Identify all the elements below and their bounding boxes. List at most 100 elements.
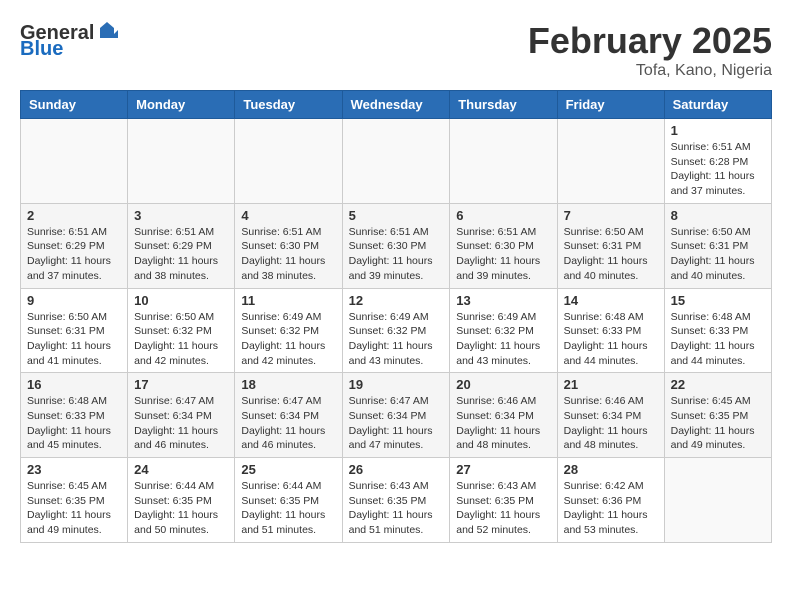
day-info: Sunrise: 6:51 AM Sunset: 6:29 PM Dayligh…	[134, 225, 228, 284]
calendar-table: SundayMondayTuesdayWednesdayThursdayFrid…	[20, 90, 772, 543]
logo-blue: Blue	[20, 38, 63, 61]
calendar-cell: 4Sunrise: 6:51 AM Sunset: 6:30 PM Daylig…	[235, 203, 342, 288]
weekday-header-sunday: Sunday	[21, 91, 128, 119]
day-number: 21	[564, 377, 658, 392]
day-number: 3	[134, 208, 228, 223]
calendar-cell: 16 Sunrise: 6:48 AM Sunset: 6:33 PM Dayli…	[21, 373, 128, 458]
calendar-cell	[342, 119, 450, 204]
day-number: 4	[241, 208, 335, 223]
calendar-cell: 5Sunrise: 6:51 AM Sunset: 6:30 PM Daylig…	[342, 203, 450, 288]
location: Tofa, Kano, Nigeria	[528, 62, 772, 80]
calendar-cell: 14 Sunrise: 6:48 AM Sunset: 6:33 PM Dayli…	[557, 288, 664, 373]
day-number: 2	[27, 208, 121, 223]
day-number: 13	[456, 293, 550, 308]
day-info: Sunrise: 6:48 AM Sunset: 6:33 PM Dayligh…	[671, 310, 765, 369]
day-number: 14	[564, 293, 658, 308]
day-info: Sunrise: 6:42 AM Sunset: 6:36 PM Dayligh…	[564, 479, 658, 538]
day-number: 10	[134, 293, 228, 308]
day-number: 19	[349, 377, 444, 392]
day-number: 26	[349, 462, 444, 477]
day-number: 25	[241, 462, 335, 477]
day-number: 28	[564, 462, 658, 477]
calendar-week-row: 2 Sunrise: 6:51 AM Sunset: 6:29 PM Daylig…	[21, 203, 772, 288]
day-info: Sunrise: 6:49 AM Sunset: 6:32 PM Dayligh…	[241, 310, 335, 369]
day-info: Sunrise: 6:50 AM Sunset: 6:31 PM Dayligh…	[564, 225, 658, 284]
day-number: 18	[241, 377, 335, 392]
calendar-cell	[21, 119, 128, 204]
calendar-cell	[128, 119, 235, 204]
calendar-cell: 10Sunrise: 6:50 AM Sunset: 6:32 PM Dayli…	[128, 288, 235, 373]
day-info: Sunrise: 6:51 AM Sunset: 6:29 PM Dayligh…	[27, 225, 121, 284]
calendar-cell: 15Sunrise: 6:48 AM Sunset: 6:33 PM Dayli…	[664, 288, 771, 373]
day-number: 6	[456, 208, 550, 223]
weekday-header-row: SundayMondayTuesdayWednesdayThursdayFrid…	[21, 91, 772, 119]
day-number: 1	[671, 123, 765, 138]
day-info: Sunrise: 6:46 AM Sunset: 6:34 PM Dayligh…	[564, 394, 658, 453]
calendar-cell: 12Sunrise: 6:49 AM Sunset: 6:32 PM Dayli…	[342, 288, 450, 373]
day-info: Sunrise: 6:47 AM Sunset: 6:34 PM Dayligh…	[134, 394, 228, 453]
calendar-week-row: 16 Sunrise: 6:48 AM Sunset: 6:33 PM Dayli…	[21, 373, 772, 458]
calendar-cell: 3 Sunrise: 6:51 AM Sunset: 6:29 PM Daylig…	[128, 203, 235, 288]
calendar-week-row: 9 Sunrise: 6:50 AM Sunset: 6:31 PM Daylig…	[21, 288, 772, 373]
calendar-cell: 17 Sunrise: 6:47 AM Sunset: 6:34 PM Dayli…	[128, 373, 235, 458]
day-info: Sunrise: 6:44 AM Sunset: 6:35 PM Dayligh…	[134, 479, 228, 538]
day-number: 11	[241, 293, 335, 308]
day-number: 20	[456, 377, 550, 392]
logo: General Blue	[20, 20, 118, 61]
logo-icon	[96, 20, 118, 42]
calendar-cell: 2 Sunrise: 6:51 AM Sunset: 6:29 PM Daylig…	[21, 203, 128, 288]
day-number: 8	[671, 208, 765, 223]
day-number: 22	[671, 377, 765, 392]
calendar-cell: 22 Sunrise: 6:45 AM Sunset: 6:35 PM Dayli…	[664, 373, 771, 458]
calendar-cell: 13 Sunrise: 6:49 AM Sunset: 6:32 PM Dayli…	[450, 288, 557, 373]
day-info: Sunrise: 6:48 AM Sunset: 6:33 PM Dayligh…	[27, 394, 121, 453]
day-info: Sunrise: 6:48 AM Sunset: 6:33 PM Dayligh…	[564, 310, 658, 369]
day-info: Sunrise: 6:51 AM Sunset: 6:30 PM Dayligh…	[456, 225, 550, 284]
weekday-header-tuesday: Tuesday	[235, 91, 342, 119]
calendar-cell: 26Sunrise: 6:43 AM Sunset: 6:35 PM Dayli…	[342, 458, 450, 543]
calendar-week-row: 23 Sunrise: 6:45 AM Sunset: 6:35 PM Dayli…	[21, 458, 772, 543]
calendar-cell: 11 Sunrise: 6:49 AM Sunset: 6:32 PM Dayli…	[235, 288, 342, 373]
calendar-cell: 25 Sunrise: 6:44 AM Sunset: 6:35 PM Dayli…	[235, 458, 342, 543]
calendar-cell: 9 Sunrise: 6:50 AM Sunset: 6:31 PM Daylig…	[21, 288, 128, 373]
calendar-cell: 1 Sunrise: 6:51 AM Sunset: 6:28 PM Daylig…	[664, 119, 771, 204]
day-number: 7	[564, 208, 658, 223]
day-info: Sunrise: 6:45 AM Sunset: 6:35 PM Dayligh…	[27, 479, 121, 538]
calendar-cell	[235, 119, 342, 204]
calendar-cell: 6 Sunrise: 6:51 AM Sunset: 6:30 PM Daylig…	[450, 203, 557, 288]
calendar-week-row: 1 Sunrise: 6:51 AM Sunset: 6:28 PM Daylig…	[21, 119, 772, 204]
day-number: 9	[27, 293, 121, 308]
weekday-header-wednesday: Wednesday	[342, 91, 450, 119]
calendar-cell	[557, 119, 664, 204]
day-info: Sunrise: 6:51 AM Sunset: 6:28 PM Dayligh…	[671, 140, 765, 199]
calendar-cell: 8 Sunrise: 6:50 AM Sunset: 6:31 PM Daylig…	[664, 203, 771, 288]
day-number: 24	[134, 462, 228, 477]
weekday-header-friday: Friday	[557, 91, 664, 119]
day-info: Sunrise: 6:49 AM Sunset: 6:32 PM Dayligh…	[456, 310, 550, 369]
weekday-header-thursday: Thursday	[450, 91, 557, 119]
day-number: 16	[27, 377, 121, 392]
day-number: 5	[349, 208, 444, 223]
day-info: Sunrise: 6:50 AM Sunset: 6:31 PM Dayligh…	[671, 225, 765, 284]
weekday-header-saturday: Saturday	[664, 91, 771, 119]
day-number: 17	[134, 377, 228, 392]
weekday-header-monday: Monday	[128, 91, 235, 119]
day-info: Sunrise: 6:44 AM Sunset: 6:35 PM Dayligh…	[241, 479, 335, 538]
calendar-cell: 7 Sunrise: 6:50 AM Sunset: 6:31 PM Daylig…	[557, 203, 664, 288]
day-number: 12	[349, 293, 444, 308]
calendar-cell: 19 Sunrise: 6:47 AM Sunset: 6:34 PM Dayli…	[342, 373, 450, 458]
month-year: February 2025	[528, 20, 772, 62]
calendar-cell: 24 Sunrise: 6:44 AM Sunset: 6:35 PM Dayli…	[128, 458, 235, 543]
day-info: Sunrise: 6:47 AM Sunset: 6:34 PM Dayligh…	[349, 394, 444, 453]
day-info: Sunrise: 6:50 AM Sunset: 6:31 PM Dayligh…	[27, 310, 121, 369]
title-section: February 2025 Tofa, Kano, Nigeria	[528, 20, 772, 80]
day-number: 27	[456, 462, 550, 477]
calendar-cell: 28 Sunrise: 6:42 AM Sunset: 6:36 PM Dayli…	[557, 458, 664, 543]
page-header: General Blue February 2025 Tofa, Kano, N…	[20, 20, 772, 80]
calendar-cell	[450, 119, 557, 204]
day-info: Sunrise: 6:45 AM Sunset: 6:35 PM Dayligh…	[671, 394, 765, 453]
day-info: Sunrise: 6:47 AM Sunset: 6:34 PM Dayligh…	[241, 394, 335, 453]
day-info: Sunrise: 6:43 AM Sunset: 6:35 PM Dayligh…	[456, 479, 550, 538]
day-info: Sunrise: 6:46 AM Sunset: 6:34 PM Dayligh…	[456, 394, 550, 453]
day-number: 23	[27, 462, 121, 477]
